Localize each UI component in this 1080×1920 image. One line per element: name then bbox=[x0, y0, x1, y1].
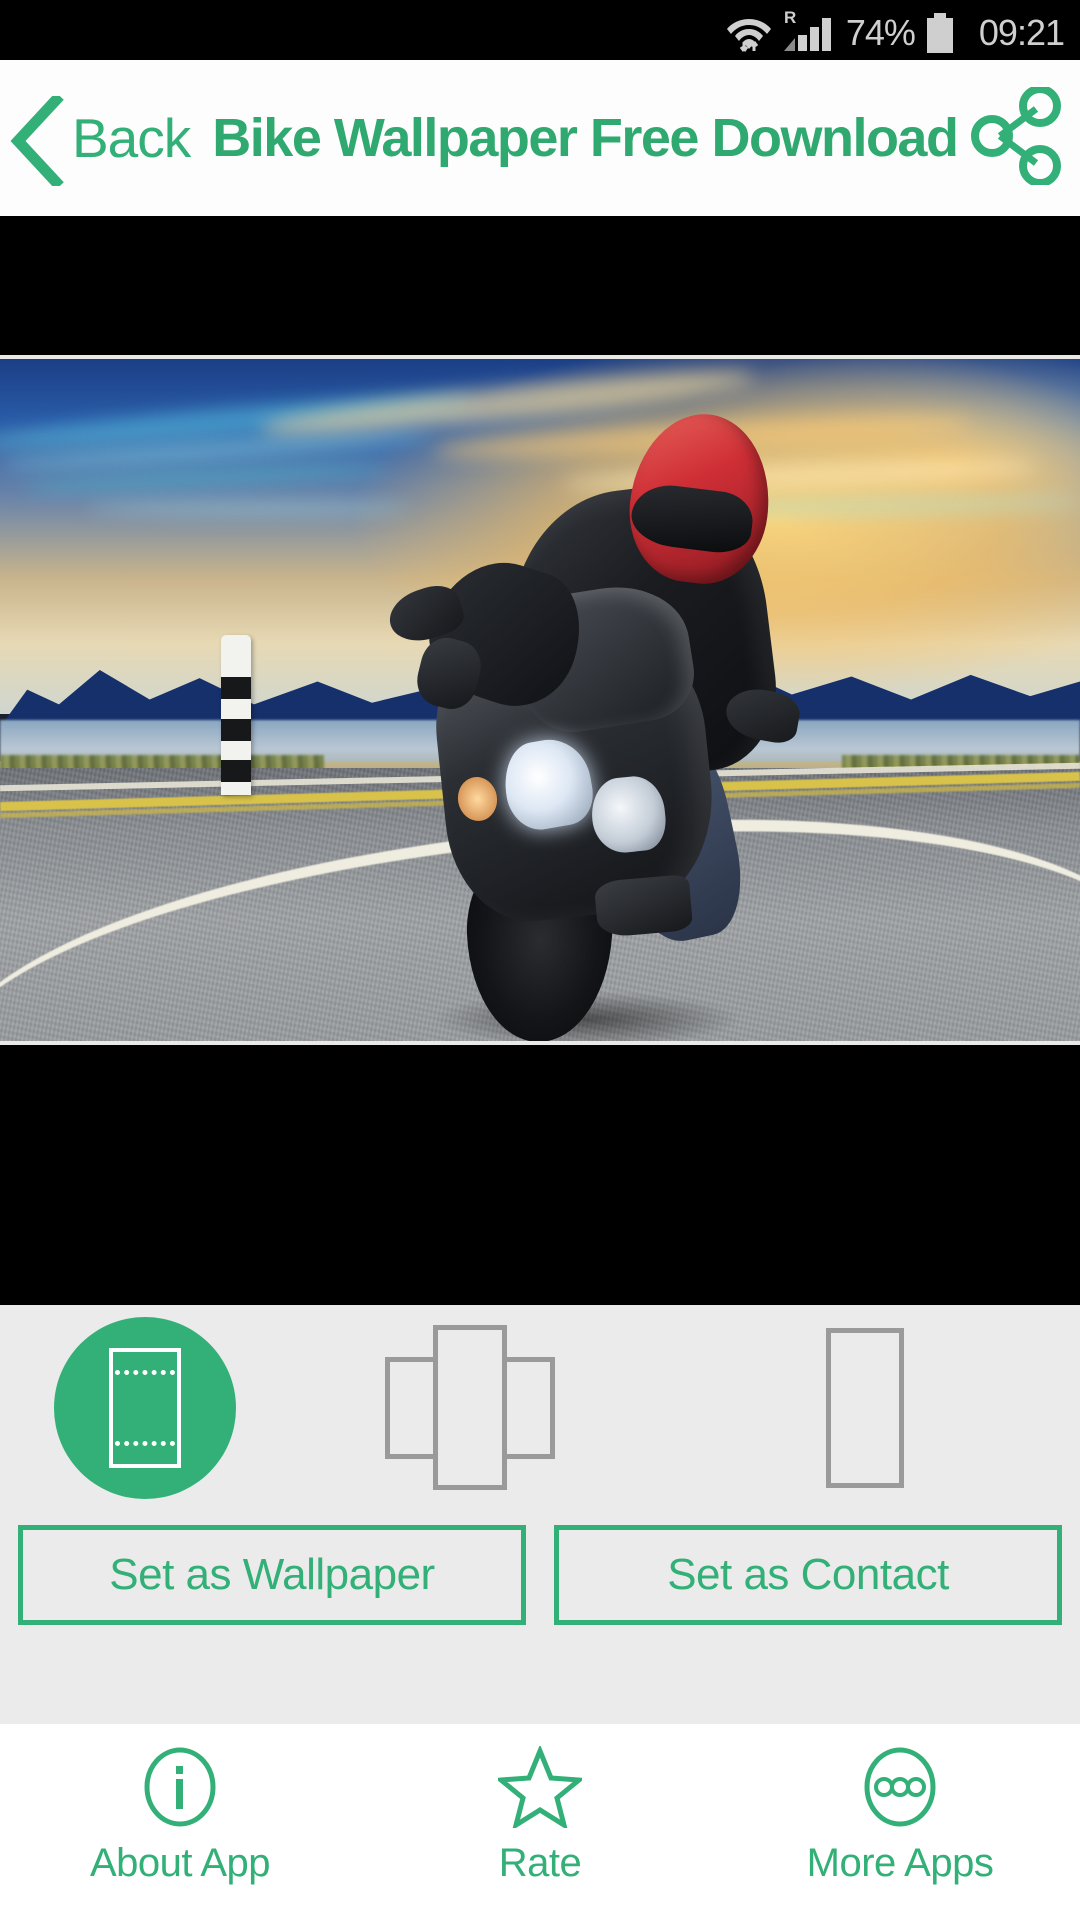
svg-text:R: R bbox=[784, 8, 796, 27]
road-marker-post bbox=[221, 635, 252, 796]
nav-item-more-apps[interactable]: More Apps bbox=[720, 1724, 1080, 1886]
nav-item-rate[interactable]: Rate bbox=[360, 1724, 720, 1886]
mode-home-screen[interactable] bbox=[0, 1305, 290, 1510]
wallpaper-controls-panel: Set as Wallpaper Set as Contact bbox=[0, 1305, 1080, 1724]
back-label: Back bbox=[72, 107, 191, 169]
home-screen-crop-icon bbox=[54, 1316, 236, 1499]
wallpaper-image bbox=[0, 359, 1080, 1041]
battery-icon bbox=[926, 13, 953, 53]
nav-item-about-app[interactable]: About App bbox=[0, 1724, 360, 1886]
nav-label-rate: Rate bbox=[498, 1841, 582, 1885]
scrollable-pages-icon bbox=[385, 1325, 555, 1490]
back-button[interactable]: Back bbox=[0, 60, 191, 216]
status-icons: R 74% 09:21 bbox=[726, 7, 1065, 53]
share-icon bbox=[970, 84, 1062, 190]
single-page-icon bbox=[826, 1327, 904, 1488]
nav-label-about-app: About App bbox=[89, 1841, 271, 1885]
action-button-row: Set as Wallpaper Set as Contact bbox=[0, 1510, 1080, 1640]
wallpaper-preview[interactable] bbox=[0, 355, 1080, 1045]
bottom-navigation: About App Rate More Apps bbox=[0, 1724, 1080, 1920]
status-bar: R 74% 09:21 bbox=[0, 0, 1080, 60]
battery-percent-label: 74% bbox=[845, 12, 916, 53]
motorcycle-rider bbox=[382, 405, 821, 1041]
more-dots-circle-icon bbox=[860, 1746, 940, 1833]
chevron-left-icon bbox=[10, 92, 66, 190]
star-outline-icon bbox=[494, 1744, 586, 1833]
mode-scrollable[interactable] bbox=[290, 1305, 650, 1510]
set-as-wallpaper-button[interactable]: Set as Wallpaper bbox=[18, 1525, 526, 1625]
signal-bars-icon: R bbox=[782, 7, 836, 53]
wallpaper-mode-row bbox=[0, 1305, 1080, 1510]
share-button[interactable] bbox=[964, 83, 1068, 193]
mode-lock-screen[interactable] bbox=[650, 1305, 1080, 1510]
wallpaper-stage bbox=[0, 216, 1080, 1305]
nav-label-more-apps: More Apps bbox=[806, 1841, 994, 1885]
info-circle-icon bbox=[140, 1746, 220, 1833]
clock-label: 09:21 bbox=[978, 12, 1065, 53]
wifi-icon bbox=[726, 11, 772, 53]
app-header: Back Bike Wallpaper Free Download bbox=[0, 60, 1080, 216]
set-as-contact-button[interactable]: Set as Contact bbox=[554, 1525, 1062, 1625]
page-title: Bike Wallpaper Free Download bbox=[212, 108, 959, 168]
